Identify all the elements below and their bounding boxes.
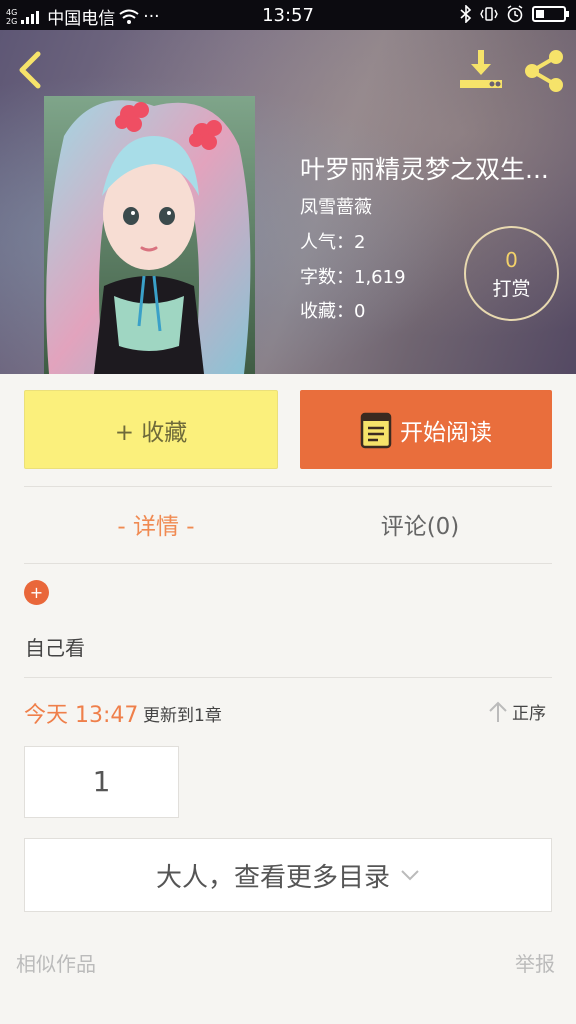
expand-button[interactable]: +: [24, 580, 49, 605]
arrow-up-icon: [489, 701, 507, 722]
add-to-collection-button[interactable]: + 收藏: [24, 390, 278, 469]
battery-icon: [532, 6, 569, 22]
divider: [24, 563, 552, 564]
reward-label: 打赏: [492, 278, 531, 300]
book-description: 自己看: [25, 636, 85, 660]
download-button[interactable]: [458, 48, 504, 92]
update-time: 今天 13:47: [24, 703, 139, 728]
update-status: 更新到1章: [143, 706, 222, 726]
book-title: 叶罗丽精灵梦之双生...: [300, 155, 549, 184]
alarm-icon: [507, 5, 523, 23]
book-icon: [360, 412, 392, 448]
doll-illustration: [44, 96, 255, 374]
reward-button[interactable]: 0 打赏: [464, 226, 559, 321]
start-reading-label: 开始阅读: [400, 419, 492, 446]
report-button[interactable]: 举报: [515, 948, 555, 977]
view-more-catalog-button[interactable]: 大人，查看更多目录: [24, 838, 552, 912]
tab-comments[interactable]: 评论(0): [288, 505, 552, 549]
book-author[interactable]: 凤雪蔷薇: [300, 193, 372, 219]
similar-works-heading: 相似作品: [16, 952, 96, 976]
status-bar: 4G 2G 中国电信 ··· 13:57: [0, 0, 576, 30]
sort-order-button[interactable]: 正序: [488, 699, 546, 724]
back-button[interactable]: [14, 50, 50, 90]
view-more-catalog-label: 大人，查看更多目录: [155, 862, 390, 893]
divider: [24, 677, 552, 678]
book-cover-image[interactable]: [44, 96, 255, 374]
tab-detail[interactable]: - 详情 -: [24, 505, 288, 549]
sort-order-label: 正序: [512, 704, 546, 724]
download-icon: [460, 50, 502, 88]
word-count-stat: 字数：1,619: [300, 267, 406, 288]
reward-count: 0: [505, 248, 518, 272]
chevron-down-icon: [401, 870, 419, 881]
share-icon: [525, 50, 563, 92]
vibrate-icon: [480, 7, 498, 21]
favorites-stat: 收藏：0: [300, 301, 366, 322]
chapter-item[interactable]: 1: [24, 746, 179, 818]
share-button[interactable]: [520, 48, 568, 94]
bluetooth-icon: [460, 5, 472, 23]
popularity-stat: 人气：2: [300, 232, 366, 253]
chevron-left-icon: [19, 51, 41, 89]
book-header: 叶罗丽精灵梦之双生... 凤雪蔷薇 人气：2 字数：1,619 收藏：0 0 打…: [0, 30, 576, 374]
start-reading-button[interactable]: 开始阅读: [300, 390, 552, 469]
divider: [24, 486, 552, 487]
